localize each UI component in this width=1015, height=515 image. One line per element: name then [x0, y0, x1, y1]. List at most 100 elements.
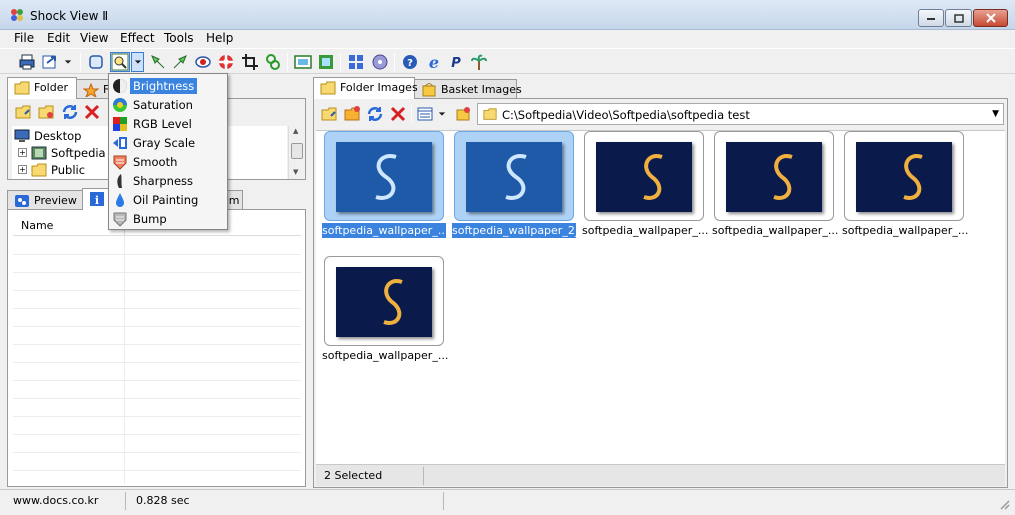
tab-preview[interactable]: Preview — [7, 190, 83, 210]
tree-item-softpedia[interactable]: + Softpedia — [18, 144, 106, 161]
grid-row-line — [13, 326, 301, 327]
thumbnail-label[interactable]: softpedia_wallpaper_... — [322, 348, 448, 363]
browser-button[interactable]: e — [424, 52, 444, 72]
thumbnail[interactable] — [324, 256, 444, 346]
resize-grip-icon[interactable] — [998, 498, 1010, 510]
tab-folder[interactable]: Folder — [7, 77, 77, 99]
red-eye-button[interactable] — [193, 52, 213, 72]
refresh-button[interactable] — [365, 104, 385, 124]
menu-help[interactable]: Help — [204, 31, 235, 45]
toolbar-separator — [287, 53, 288, 71]
film-button[interactable] — [293, 52, 313, 72]
menu-item-label: Oil Painting — [133, 192, 199, 207]
expand-icon[interactable]: + — [18, 148, 27, 157]
scroll-up-icon[interactable]: ▲ — [293, 127, 298, 135]
thumbnail-label[interactable]: softpedia_wallpaper_... — [842, 223, 968, 238]
menu-item-label: Gray Scale — [133, 135, 196, 150]
rotate-left-button[interactable] — [148, 52, 168, 72]
refresh-icon — [367, 107, 383, 121]
window-mode-button[interactable] — [86, 52, 106, 72]
thumbnail-label[interactable]: softpedia_wallpaper_... — [582, 223, 708, 238]
question-icon: ? — [403, 55, 417, 69]
thumbnail[interactable] — [324, 131, 444, 221]
refresh-button[interactable] — [60, 102, 80, 122]
view-mode-dropdown[interactable] — [436, 104, 448, 124]
menu-item-label: Bump — [133, 211, 167, 226]
grid-row-line — [13, 344, 301, 345]
menu-effect[interactable]: Effect — [118, 31, 157, 45]
menu-item-brightness[interactable]: Brightness — [109, 76, 227, 95]
effect-dropdown-menu: Brightness Saturation RGB Level Gray Sca… — [108, 73, 228, 230]
crop-icon — [242, 54, 258, 70]
export-dropdown[interactable] — [62, 52, 74, 72]
tree-item-public[interactable]: + Public — [18, 161, 85, 178]
thumbnail[interactable] — [454, 131, 574, 221]
rotate-right-button[interactable] — [170, 52, 190, 72]
path-combobox[interactable]: C:\Softpedia\Video\Softpedia\softpedia t… — [477, 103, 1004, 125]
thumbnail-label[interactable]: softpedia_wallpaper_... — [712, 223, 838, 238]
scroll-thumb[interactable] — [291, 143, 303, 159]
menu-view[interactable]: View — [78, 31, 110, 45]
menu-item-sharpness[interactable]: Sharpness — [109, 171, 227, 190]
tab-folder-images[interactable]: Folder Images — [313, 77, 418, 99]
tree-scrollbar[interactable]: ▲ ▼ — [288, 126, 304, 179]
paypal-button[interactable]: P — [446, 52, 466, 72]
open-folder-button[interactable] — [14, 102, 34, 122]
preview-icon — [15, 195, 29, 207]
favorite-folder-button[interactable] — [37, 102, 57, 122]
grid-row-line — [13, 434, 301, 435]
toolbar-separator — [340, 53, 341, 71]
menu-tools[interactable]: Tools — [162, 31, 196, 45]
thumbnail[interactable] — [844, 131, 964, 221]
delete-button[interactable] — [82, 102, 102, 122]
tab-basket-images-label: Basket Images — [441, 83, 522, 96]
chevron-down-icon[interactable]: ▼ — [992, 109, 999, 119]
thumbnail-label[interactable]: softpedia_wallpaper_2_1024x768.jpg — [452, 223, 656, 238]
scroll-down-icon[interactable]: ▼ — [293, 168, 298, 176]
help-ring-button[interactable] — [216, 52, 236, 72]
info-icon: i — [90, 192, 104, 207]
thumbnail[interactable] — [714, 131, 834, 221]
disc-icon — [372, 54, 388, 70]
export-button[interactable] — [40, 52, 60, 72]
menu-item-bump[interactable]: Bump — [109, 209, 227, 228]
delete-x-icon — [390, 106, 406, 122]
tree-button[interactable] — [469, 52, 489, 72]
menu-edit[interactable]: Edit — [45, 31, 72, 45]
film-icon — [294, 55, 312, 69]
menu-item-rgb-level[interactable]: RGB Level — [109, 114, 227, 133]
expand-icon[interactable]: + — [18, 165, 27, 174]
refresh-images-button[interactable] — [316, 52, 336, 72]
grid-row-line — [13, 254, 301, 255]
thumbnail[interactable] — [584, 131, 704, 221]
menu-item-smooth[interactable]: Smooth — [109, 152, 227, 171]
menu-item-oil-painting[interactable]: Oil Painting — [109, 190, 227, 209]
minimize-button[interactable] — [918, 9, 944, 27]
disc-button[interactable] — [370, 52, 390, 72]
new-folder-button[interactable] — [343, 104, 363, 124]
thumbnail-label[interactable]: softpedia_wallpaper_... — [322, 223, 448, 238]
open-folder-button[interactable] — [320, 104, 340, 124]
folder-icon — [31, 163, 47, 176]
column-name[interactable]: Name — [21, 219, 53, 232]
attach-button[interactable] — [263, 52, 283, 72]
effect-button[interactable] — [110, 52, 130, 72]
print-button[interactable] — [17, 52, 37, 72]
maximize-button[interactable] — [945, 9, 972, 27]
delete-button[interactable] — [388, 104, 408, 124]
close-button[interactable] — [973, 9, 1008, 27]
help-button[interactable]: ? — [400, 52, 420, 72]
wallpaper-image — [726, 142, 822, 212]
menu-file[interactable]: File — [12, 31, 36, 45]
tree-item-desktop[interactable]: Desktop — [14, 127, 81, 144]
refresh-image-icon — [319, 55, 333, 69]
tab-basket-images[interactable]: Basket Images — [414, 79, 522, 99]
magnifier-icon — [111, 53, 129, 71]
menu-item-gray-scale[interactable]: Gray Scale — [109, 133, 227, 152]
add-to-basket-button[interactable] — [453, 104, 473, 124]
menu-item-saturation[interactable]: Saturation — [109, 95, 227, 114]
view-mode-button[interactable] — [415, 104, 435, 124]
effect-dropdown[interactable] — [131, 52, 144, 72]
crop-button[interactable] — [240, 52, 260, 72]
grid-view-button[interactable] — [346, 52, 366, 72]
